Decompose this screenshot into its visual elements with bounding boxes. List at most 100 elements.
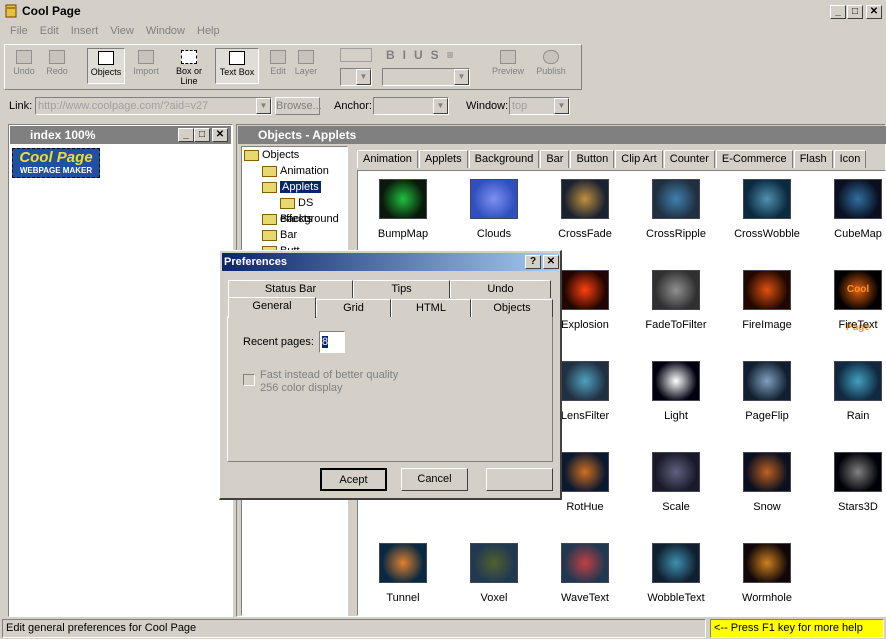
anchor-select[interactable]: ▼ [373, 97, 449, 115]
text-format-buttons[interactable]: BIUS≡ [386, 48, 462, 62]
tree-item-ds-effects[interactable]: DS effects [280, 195, 347, 225]
help-button[interactable]: ? [525, 255, 541, 269]
applet-crossfade[interactable]: CrossFade [540, 179, 630, 240]
tab-e-commerce[interactable]: E-Commerce [715, 150, 793, 168]
tree-item-animation[interactable]: Animation [262, 163, 329, 179]
dialog-close-button[interactable]: ✕ [543, 255, 559, 269]
tree-item-applets[interactable]: Applets [262, 179, 321, 195]
applet-thumbnail [561, 179, 609, 219]
applet-stars3d[interactable]: Stars3D [813, 452, 885, 513]
menu-item-insert[interactable]: Insert [65, 25, 105, 37]
index-minimize-button[interactable]: _ [178, 128, 194, 142]
folder-icon [262, 165, 277, 177]
applet-label: CrossFade [558, 228, 612, 240]
line-width-select[interactable]: ▼ [340, 68, 372, 86]
tab-applets[interactable]: Applets [418, 150, 468, 168]
import-button[interactable]: Import [130, 48, 162, 84]
tab-counter[interactable]: Counter [663, 150, 715, 168]
close-button[interactable]: ✕ [866, 5, 882, 19]
cancel-button[interactable]: Cancel [401, 468, 468, 491]
menu-item-window[interactable]: Window [140, 25, 191, 37]
menu-item-help[interactable]: Help [191, 25, 226, 37]
menu-item-edit[interactable]: Edit [34, 25, 65, 37]
applet-thumbnail [561, 452, 609, 492]
applet-pageflip[interactable]: PageFlip [722, 361, 812, 422]
tree-item-background[interactable]: Background [262, 211, 339, 227]
applet-tunnel[interactable]: Tunnel [358, 543, 448, 604]
tab-button[interactable]: Button [570, 150, 615, 168]
applet-rain[interactable]: Rain [813, 361, 885, 422]
index-maximize-button[interactable]: □ [194, 128, 210, 142]
text-box-button[interactable]: Text Box [215, 48, 259, 84]
applet-thumbnail [379, 179, 427, 219]
fast-quality-checkbox[interactable] [243, 374, 255, 386]
applet-firetext[interactable]: Cool Page FireText [813, 270, 885, 333]
applet-light[interactable]: Light [631, 361, 721, 422]
box-or-line-button[interactable]: Box or Line [167, 48, 211, 86]
undo-icon [16, 50, 32, 64]
browse-button[interactable]: Browse... [275, 97, 322, 115]
applet-label: Scale [662, 501, 690, 513]
tab-animation[interactable]: Animation [357, 150, 418, 168]
tree-item-objects[interactable]: Objects [244, 147, 299, 163]
tab-clip-art[interactable]: Clip Art [615, 150, 663, 168]
applet-snow[interactable]: Snow [722, 452, 812, 513]
recent-pages-field[interactable]: 8 [319, 331, 345, 353]
font-select[interactable]: ▼ [382, 68, 470, 86]
tab-undo[interactable]: Undo [450, 280, 551, 298]
applet-thumbnail [743, 270, 791, 310]
tab-objects[interactable]: Objects [471, 299, 553, 317]
status-bar: Edit general preferences for Cool Page <… [0, 619, 886, 639]
window-select[interactable]: top ▼ [509, 97, 570, 115]
index-window [8, 124, 233, 617]
applet-cubemap[interactable]: CubeMap [813, 179, 885, 240]
tab-icon[interactable]: Icon [833, 150, 867, 168]
tab-general[interactable]: General [228, 297, 316, 318]
applet-wobbletext[interactable]: WobbleText [631, 543, 721, 604]
applet-label: Rain [846, 410, 870, 422]
undo-button[interactable]: Undo [8, 48, 40, 84]
blank-button[interactable] [486, 468, 553, 491]
minimize-button[interactable]: _ [830, 5, 846, 19]
applet-label: Snow [753, 501, 781, 513]
tab-html[interactable]: HTML [391, 299, 471, 317]
recent-pages-label: Recent pages: [243, 336, 314, 348]
tab-flash[interactable]: Flash [793, 150, 833, 168]
applet-thumbnail [561, 270, 609, 310]
index-close-button[interactable]: ✕ [212, 128, 228, 142]
tab-grid[interactable]: Grid [316, 299, 391, 317]
preview-button[interactable]: Preview [489, 48, 527, 84]
applet-crosswobble[interactable]: CrossWobble [722, 179, 812, 240]
menu-item-view[interactable]: View [104, 25, 140, 37]
app-title: Cool Page [22, 4, 81, 18]
tab-tips[interactable]: Tips [353, 280, 450, 298]
applet-wormhole[interactable]: Wormhole [722, 543, 812, 604]
applet-fireimage[interactable]: FireImage [722, 270, 812, 331]
applet-scale[interactable]: Scale [631, 452, 721, 513]
applet-crossripple[interactable]: CrossRipple [631, 179, 721, 240]
border-style-picker[interactable] [340, 48, 372, 62]
applet-clouds[interactable]: Clouds [449, 179, 539, 240]
applet-bumpmap[interactable]: BumpMap [358, 179, 448, 240]
applet-label: CrossRipple [646, 228, 706, 240]
menu-item-file[interactable]: File [4, 25, 34, 37]
tab-bar[interactable]: Bar [540, 150, 570, 168]
maximize-button[interactable]: □ [847, 5, 863, 19]
app-title-bar: Cool Page _ □ ✕ [0, 0, 886, 22]
tab-background[interactable]: Background [468, 150, 540, 168]
tree-item-bar[interactable]: Bar [262, 227, 297, 243]
applet-fadetofilter[interactable]: FadeToFilter [631, 270, 721, 331]
applet-voxel[interactable]: Voxel [449, 543, 539, 604]
objects-window-title-bar: Objects - Applets [238, 126, 886, 144]
accept-button[interactable]: Acept [320, 468, 387, 491]
import-icon [138, 50, 154, 64]
publish-button[interactable]: Publish [532, 48, 570, 84]
applet-label: Voxel [480, 592, 508, 604]
tab-status-bar[interactable]: Status Bar [228, 280, 353, 298]
objects-button[interactable]: Objects [87, 48, 125, 84]
layer-button[interactable]: Layer [290, 48, 322, 84]
redo-button[interactable]: Redo [41, 48, 73, 84]
link-field[interactable]: http://www.coolpage.com/?aid=v27 ▼ [35, 97, 272, 115]
applet-wavetext[interactable]: WaveText [540, 543, 630, 604]
coolpage-logo-object[interactable]: Cool Page WEBPAGE MAKER [12, 148, 100, 178]
